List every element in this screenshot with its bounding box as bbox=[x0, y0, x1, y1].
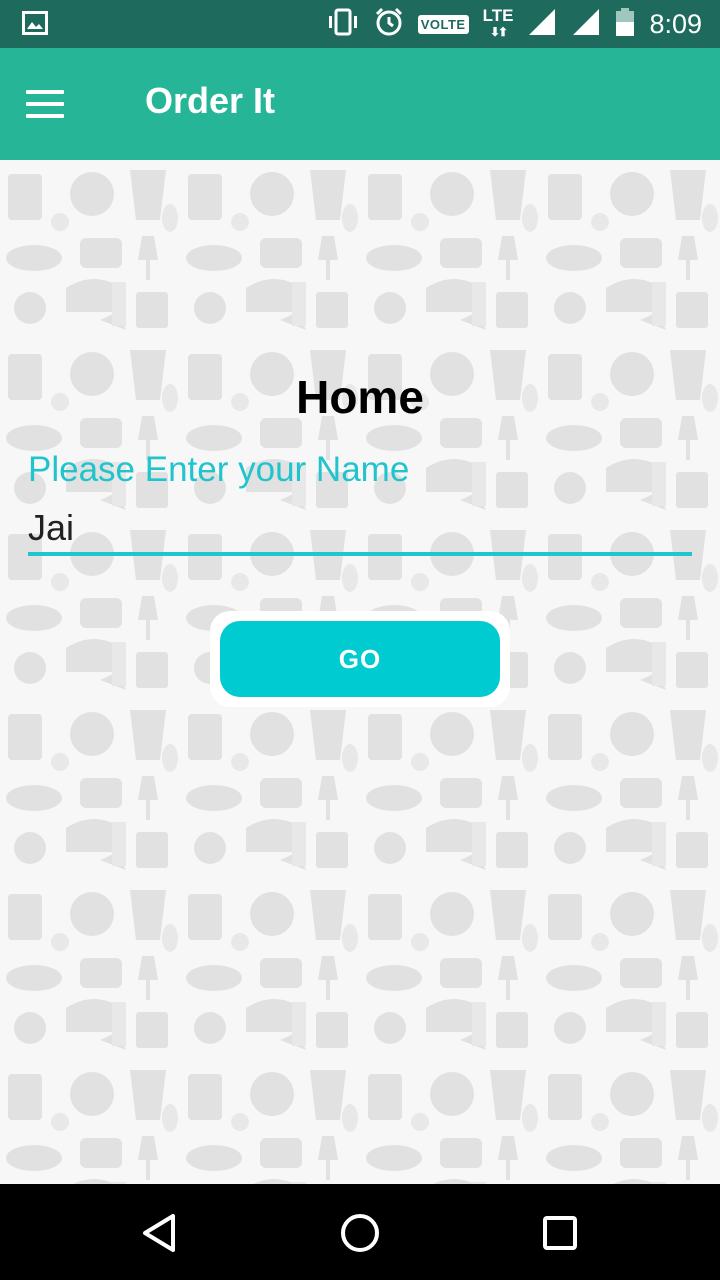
navigation-bar bbox=[0, 1184, 720, 1280]
app-title: Order It bbox=[145, 80, 276, 121]
back-icon[interactable] bbox=[135, 1208, 185, 1258]
clock: 8:09 bbox=[649, 8, 702, 39]
lte-label: LTE bbox=[482, 6, 514, 25]
image-notification-icon bbox=[22, 11, 48, 40]
status-bar: VOLTE LTE ⬇⬆ 8:09 bbox=[0, 0, 720, 48]
alarm-icon bbox=[374, 7, 404, 42]
home-heading: Home bbox=[296, 371, 424, 423]
recents-icon[interactable] bbox=[535, 1208, 585, 1258]
signal-icon bbox=[527, 7, 557, 42]
name-field-label: Please Enter your Name bbox=[28, 450, 410, 489]
app-bar: Order It bbox=[0, 48, 720, 160]
home-icon[interactable] bbox=[335, 1208, 385, 1258]
go-button[interactable]: GO bbox=[220, 621, 500, 697]
volte-icon: VOLTE bbox=[417, 14, 469, 34]
vibrate-icon bbox=[326, 8, 360, 41]
main-content: Home Please Enter your Name GO bbox=[0, 160, 720, 1184]
hamburger-menu-icon[interactable] bbox=[26, 78, 86, 130]
signal-icon bbox=[571, 7, 601, 42]
name-input[interactable] bbox=[28, 504, 692, 556]
battery-icon bbox=[615, 7, 635, 42]
go-button-container: GO bbox=[210, 611, 510, 707]
lte-icon: LTE ⬇⬆ bbox=[482, 6, 514, 39]
